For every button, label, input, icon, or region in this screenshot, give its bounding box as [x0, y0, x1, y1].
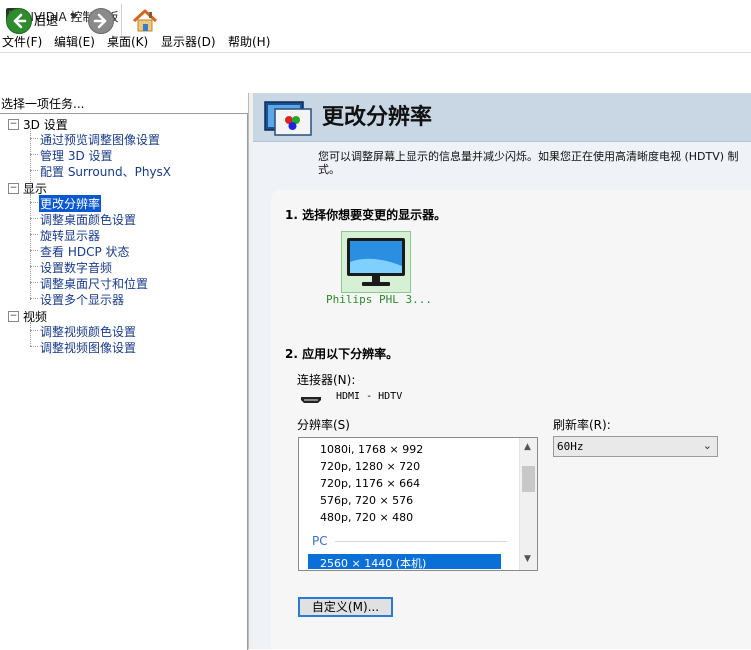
monitor-icon — [347, 238, 405, 286]
chevron-down-icon: ⌄ — [702, 439, 712, 452]
connector-value: HDMI - HDTV — [336, 391, 403, 402]
resolution-option-selected[interactable]: 2560 × 1440 (本机) — [308, 554, 501, 570]
tree-item-change-resolution[interactable]: 更改分辨率 — [39, 195, 102, 212]
tree-item-image-settings-preview[interactable]: 通过预览调整图像设置 — [40, 131, 160, 148]
tree-item-video-color[interactable]: 调整视频颜色设置 — [40, 323, 136, 340]
menu-file[interactable]: 文件(F) — [2, 33, 42, 50]
monitor-name[interactable]: Philips PHL 3... — [326, 293, 432, 306]
arrow-right-icon — [93, 13, 107, 29]
customize-button[interactable]: 自定义(M)... — [298, 597, 393, 617]
tree-item-manage-3d[interactable]: 管理 3D 设置 — [40, 147, 113, 164]
tree-toggle-3d[interactable]: − — [8, 119, 19, 130]
back-history-dropdown-icon[interactable] — [70, 14, 78, 19]
resolution-scrollbar[interactable]: ▲ ▼ — [519, 438, 537, 570]
page-title: 更改分辨率 — [322, 105, 433, 130]
group-divider — [335, 541, 507, 542]
resolution-option[interactable]: 720p, 1280 × 720 — [320, 460, 420, 473]
scroll-thumb[interactable] — [522, 466, 535, 492]
resolution-group-pc: PC — [312, 534, 328, 548]
resolution-option[interactable]: 576p, 720 × 576 — [320, 494, 413, 507]
tree-item-surround-physx[interactable]: 配置 Surround、PhysX — [40, 163, 171, 180]
menu-display[interactable]: 显示器(D) — [161, 33, 216, 50]
task-tree: − 3D 设置 通过预览调整图像设置 管理 3D 设置 配置 Surround、… — [0, 113, 248, 650]
tree-item-desktop-size-position[interactable]: 调整桌面尺寸和位置 — [40, 275, 148, 292]
resolution-list[interactable]: 1080i, 1768 × 992 720p, 1280 × 720 720p,… — [298, 437, 538, 571]
menu-edit[interactable]: 编辑(E) — [54, 33, 95, 50]
back-button[interactable] — [6, 8, 32, 34]
step2-heading: 2. 应用以下分辨率。 — [285, 347, 399, 361]
tree-item-rotate-display[interactable]: 旋转显示器 — [40, 227, 100, 244]
display-resolution-icon — [263, 98, 313, 138]
hdmi-icon — [300, 393, 322, 403]
tree-item-video-image[interactable]: 调整视频图像设置 — [40, 339, 136, 356]
refresh-rate-select[interactable]: 60Hz ⌄ — [553, 436, 718, 457]
menu-desktop[interactable]: 桌面(K) — [107, 33, 148, 50]
task-pane-header: 选择一项任务... — [0, 93, 250, 111]
scroll-up-icon[interactable]: ▲ — [524, 442, 531, 452]
refresh-rate-value: 60Hz — [557, 440, 584, 453]
scroll-down-icon[interactable]: ▼ — [524, 554, 531, 564]
toolbar-separator — [121, 4, 122, 36]
page-description: 您可以调整屏幕上显示的信息量并减少闪烁。如果您正在使用高清晰度电视 (HDTV)… — [318, 150, 739, 176]
forward-button[interactable] — [88, 8, 114, 34]
back-label[interactable]: 后退 — [34, 12, 58, 29]
menu-bar: 文件(F) 编辑(E) 桌面(K) 显示器(D) 帮助(H) — [0, 30, 751, 50]
resolution-option[interactable]: 480p, 720 × 480 — [320, 511, 413, 524]
menu-help[interactable]: 帮助(H) — [228, 33, 270, 50]
step1-heading: 1. 选择你想要变更的显示器。 — [285, 208, 447, 222]
home-button[interactable] — [131, 7, 159, 35]
home-icon — [132, 9, 158, 32]
tree-toggle-display[interactable]: − — [8, 183, 19, 194]
arrow-left-icon — [13, 13, 27, 29]
tree-item-digital-audio[interactable]: 设置数字音频 — [40, 259, 112, 276]
tree-item-hdcp-status[interactable]: 查看 HDCP 状态 — [40, 243, 130, 260]
toolbar — [0, 52, 751, 94]
tree-item-multiple-displays[interactable]: 设置多个显示器 — [40, 291, 124, 308]
tree-item-desktop-color[interactable]: 调整桌面颜色设置 — [40, 211, 136, 228]
resolution-label: 分辨率(S) — [297, 418, 350, 432]
tree-toggle-video[interactable]: − — [8, 311, 19, 322]
resolution-option[interactable]: 720p, 1176 × 664 — [320, 477, 420, 490]
resolution-option[interactable]: 1080i, 1768 × 992 — [320, 443, 423, 456]
monitor-tile[interactable] — [341, 231, 411, 293]
refresh-rate-label: 刷新率(R): — [553, 418, 611, 432]
connector-label: 连接器(N): — [297, 373, 356, 387]
